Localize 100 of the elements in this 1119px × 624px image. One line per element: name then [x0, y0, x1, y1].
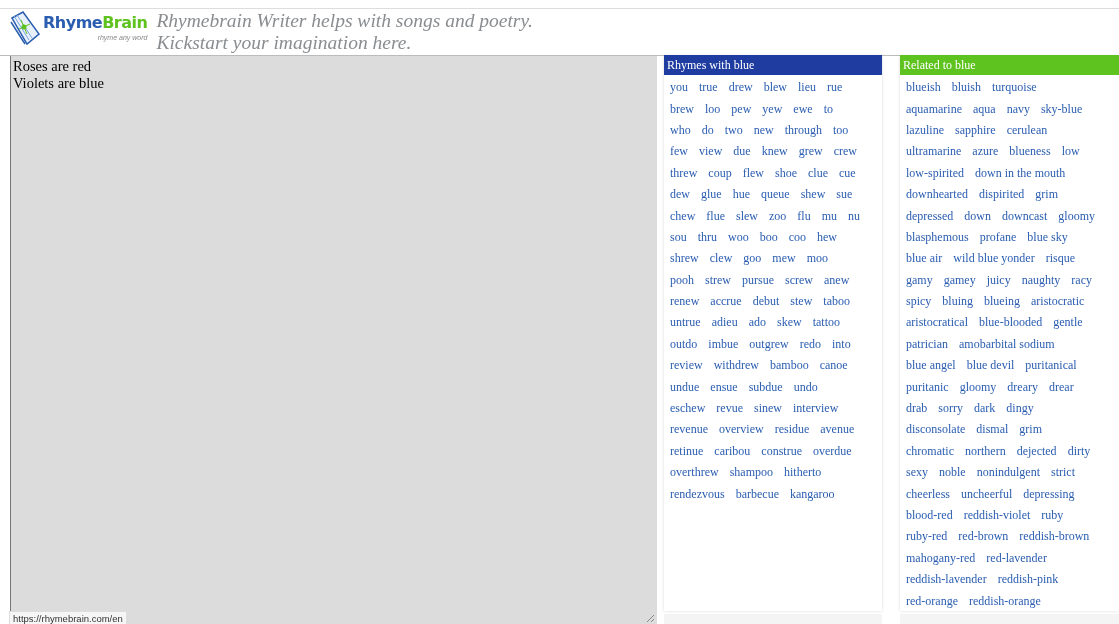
word-link[interactable]: spicy	[906, 294, 932, 310]
word-link[interactable]: hitherto	[784, 465, 822, 481]
word-link[interactable]: bamboo	[770, 358, 809, 374]
word-link[interactable]: knew	[761, 144, 788, 160]
word-link[interactable]: ruby	[1041, 508, 1064, 523]
word-link[interactable]: crew	[833, 144, 857, 160]
word-link[interactable]: nonindulgent	[976, 465, 1040, 481]
word-link[interactable]: new	[753, 122, 774, 138]
word-link[interactable]: chromatic	[906, 443, 954, 459]
word-link[interactable]: shrew	[670, 251, 699, 267]
word-link[interactable]: anew	[824, 272, 850, 288]
word-link[interactable]: loo	[705, 101, 721, 117]
word-link[interactable]: screw	[785, 272, 813, 288]
word-link[interactable]: canoe	[819, 358, 848, 374]
word-link[interactable]: down in the mouth	[975, 165, 1066, 181]
word-link[interactable]: puritanical	[1025, 358, 1077, 374]
word-link[interactable]: lieu	[798, 80, 816, 96]
word-link[interactable]: two	[724, 122, 743, 138]
word-link[interactable]: sorry	[938, 401, 963, 417]
word-link[interactable]: blue air	[906, 251, 943, 267]
word-link[interactable]: brew	[670, 101, 694, 117]
word-link[interactable]: moo	[806, 251, 828, 267]
word-link[interactable]: dejected	[1016, 443, 1057, 459]
word-link[interactable]: reddish-violet	[963, 508, 1031, 523]
word-link[interactable]: revenue	[670, 422, 708, 438]
word-link[interactable]: redo	[799, 336, 821, 352]
word-link[interactable]: wild blue yonder	[953, 251, 1035, 267]
word-link[interactable]: sue	[836, 187, 853, 203]
word-link[interactable]: residue	[774, 422, 810, 438]
word-link[interactable]: down	[964, 208, 991, 224]
word-link[interactable]: debut	[752, 294, 780, 310]
word-link[interactable]: grim	[1035, 187, 1058, 203]
word-link[interactable]: bluing	[942, 294, 973, 310]
word-link[interactable]: slew	[736, 208, 758, 224]
resize-grip-icon[interactable]	[646, 614, 655, 623]
word-link[interactable]: drew	[728, 80, 753, 96]
word-link[interactable]: grew	[798, 144, 823, 160]
word-link[interactable]: nu	[848, 208, 860, 224]
word-link[interactable]: drear	[1049, 379, 1074, 395]
word-link[interactable]: gloomy	[1058, 208, 1095, 224]
word-link[interactable]: overview	[719, 422, 764, 438]
word-link[interactable]: blueish	[906, 80, 941, 96]
word-link[interactable]: uncheerful	[961, 486, 1013, 502]
word-link[interactable]: you	[670, 80, 688, 96]
word-link[interactable]: dew	[670, 187, 690, 203]
word-link[interactable]: flu	[797, 208, 811, 224]
logo-wordmark[interactable]: RhymeBrain	[43, 13, 148, 33]
word-link[interactable]: blueness	[1009, 144, 1051, 160]
word-link[interactable]: noble	[939, 465, 966, 481]
word-link[interactable]: shoe	[775, 165, 797, 181]
word-link[interactable]: renew	[670, 294, 700, 310]
word-link[interactable]: cerulean	[1006, 122, 1048, 138]
word-link[interactable]: reddish-brown	[1019, 529, 1090, 545]
word-link[interactable]: naughty	[1021, 272, 1061, 288]
word-link[interactable]: imbue	[708, 336, 739, 352]
word-link[interactable]: aquamarine	[906, 101, 962, 117]
word-link[interactable]: clew	[709, 251, 733, 267]
word-link[interactable]: blue angel	[906, 358, 956, 374]
word-link[interactable]: review	[670, 358, 703, 374]
word-link[interactable]: red-orange	[906, 593, 958, 609]
word-link[interactable]: pooh	[670, 272, 694, 288]
word-link[interactable]: glue	[701, 187, 722, 203]
word-link[interactable]: dingy	[1006, 401, 1034, 417]
word-link[interactable]: outdo	[670, 336, 698, 352]
word-link[interactable]: blue sky	[1027, 229, 1068, 245]
word-link[interactable]: flew	[742, 165, 764, 181]
word-link[interactable]: undo	[793, 379, 818, 395]
word-link[interactable]: lazuline	[906, 122, 944, 138]
word-link[interactable]: view	[699, 144, 723, 160]
word-link[interactable]: into	[832, 336, 851, 352]
word-link[interactable]: azure	[972, 144, 999, 160]
word-link[interactable]: skew	[777, 315, 802, 331]
word-link[interactable]: few	[670, 144, 688, 160]
word-link[interactable]: clue	[808, 165, 828, 181]
word-link[interactable]: hue	[732, 187, 750, 203]
word-link[interactable]: sapphire	[955, 122, 996, 138]
word-link[interactable]: ewe	[793, 101, 813, 117]
word-link[interactable]: shew	[800, 187, 826, 203]
word-link[interactable]: rendezvous	[670, 486, 725, 502]
word-link[interactable]: downcast	[1002, 208, 1048, 224]
word-link[interactable]: grim	[1019, 422, 1042, 438]
word-link[interactable]: coup	[708, 165, 732, 181]
word-link[interactable]: dreary	[1007, 379, 1038, 395]
word-link[interactable]: overthrew	[670, 465, 719, 481]
word-link[interactable]: ensue	[710, 379, 738, 395]
word-link[interactable]: gamey	[943, 272, 976, 288]
word-link[interactable]: threw	[670, 165, 698, 181]
word-link[interactable]: adieu	[711, 315, 738, 331]
word-link[interactable]: gloomy	[959, 379, 997, 395]
word-link[interactable]: kangaroo	[789, 486, 835, 502]
word-link[interactable]: who	[670, 122, 691, 138]
word-link[interactable]: zoo	[769, 208, 787, 224]
word-link[interactable]: reddish-lavender	[906, 572, 987, 588]
word-link[interactable]: low-spirited	[906, 165, 964, 181]
word-link[interactable]: red-lavender	[986, 550, 1047, 566]
word-link[interactable]: dismal	[976, 422, 1009, 438]
word-link[interactable]: mahogany-red	[906, 550, 976, 566]
word-link[interactable]: untrue	[670, 315, 701, 331]
word-link[interactable]: thru	[697, 229, 717, 245]
word-link[interactable]: blew	[763, 80, 787, 96]
